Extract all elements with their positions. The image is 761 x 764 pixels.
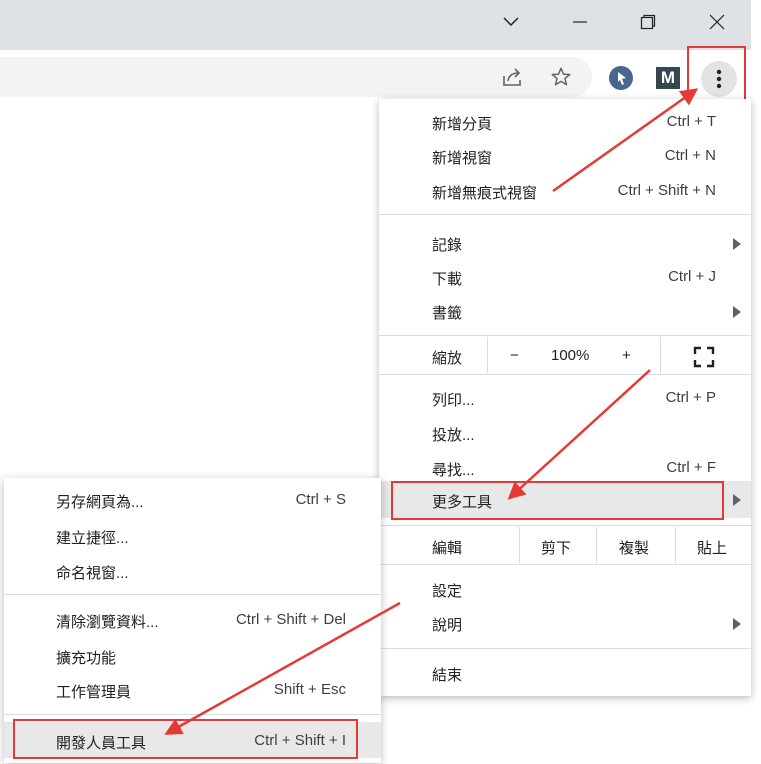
submenu-item-task-manager[interactable]: 工作管理員 Shift + Esc (4, 673, 381, 707)
menu-item-help[interactable]: 說明 (379, 606, 751, 640)
paste-button[interactable]: 貼上 (697, 537, 727, 558)
submenu-item-extensions[interactable]: 擴充功能 (4, 639, 381, 673)
menu-item-settings[interactable]: 設定 (379, 572, 751, 606)
menu-item-shortcut: Ctrl + T (666, 113, 716, 130)
menu-separator (379, 335, 751, 336)
menu-item-label: 結束 (432, 667, 463, 684)
menu-button-highlight (687, 46, 746, 101)
menu-item-shortcut: Ctrl + Shift + Del (235, 611, 346, 628)
address-bar[interactable] (0, 57, 592, 97)
edit-label: 編輯 (432, 540, 463, 557)
zoom-divider (660, 337, 661, 373)
menu-item-label: 下載 (432, 271, 463, 288)
m-extension-icon[interactable]: M (651, 61, 685, 95)
submenu-item-clear-browsing-data[interactable]: 清除瀏覽資料... Ctrl + Shift + Del (4, 603, 381, 637)
menu-item-label: 新增視窗 (432, 150, 493, 167)
menu-item-label: 另存網頁為... (56, 494, 144, 511)
zoom-in-button[interactable]: + (622, 347, 631, 364)
menu-item-downloads[interactable]: 下載 Ctrl + J (379, 260, 751, 294)
menu-item-bookmarks[interactable]: 書籤 (379, 294, 751, 328)
more-tools-highlight (391, 481, 724, 520)
browser-toolbar: M (0, 50, 751, 106)
menu-item-label: 說明 (432, 617, 463, 634)
menu-item-label: 命名視窗... (56, 565, 129, 582)
restore-icon[interactable] (625, 0, 671, 44)
main-menu: 新增分頁 Ctrl + T 新增視窗 Ctrl + N 新增無痕式視窗 Ctrl… (379, 99, 751, 696)
menu-item-shortcut: Shift + Esc (273, 681, 346, 698)
submenu-item-save-page[interactable]: 另存網頁為... Ctrl + S (4, 483, 381, 517)
menu-item-label: 新增無痕式視窗 (432, 185, 538, 202)
menu-item-label: 清除瀏覽資料... (56, 614, 159, 631)
submenu-arrow-icon (733, 238, 741, 250)
share-icon[interactable] (496, 60, 530, 94)
title-bar (0, 0, 751, 50)
menu-item-label: 工作管理員 (56, 684, 132, 701)
submenu-item-create-shortcut[interactable]: 建立捷徑... (4, 519, 381, 553)
menu-item-label: 新增分頁 (432, 116, 493, 133)
edit-divider (596, 527, 597, 563)
menu-item-label: 書籤 (432, 305, 463, 322)
zoom-value: 100% (551, 347, 590, 364)
menu-item-print[interactable]: 列印... Ctrl + P (379, 381, 751, 415)
menu-item-new-tab[interactable]: 新增分頁 Ctrl + T (379, 105, 751, 139)
menu-item-shortcut: Ctrl + S (295, 491, 346, 508)
copy-button[interactable]: 複製 (619, 537, 649, 558)
menu-separator (379, 648, 751, 649)
zoom-out-button[interactable]: − (510, 347, 519, 364)
menu-separator (379, 525, 751, 526)
menu-item-label: 記錄 (432, 237, 463, 254)
menu-separator (379, 564, 751, 565)
menu-item-new-window[interactable]: 新增視窗 Ctrl + N (379, 139, 751, 173)
menu-row-zoom: 縮放 − 100% + (379, 339, 751, 373)
tab-search-chevron-icon[interactable] (488, 0, 534, 44)
star-icon[interactable] (544, 60, 578, 94)
menu-item-label: 設定 (432, 583, 463, 600)
cursor-extension-icon[interactable] (604, 61, 638, 95)
edit-divider (675, 527, 676, 563)
developer-tools-highlight (13, 719, 358, 759)
menu-item-shortcut: Ctrl + N (664, 147, 716, 164)
menu-item-find[interactable]: 尋找... Ctrl + F (379, 451, 751, 485)
menu-item-label: 尋找... (432, 462, 475, 479)
submenu-item-name-window[interactable]: 命名視窗... (4, 554, 381, 588)
menu-separator (379, 374, 751, 375)
menu-item-label: 列印... (432, 392, 475, 409)
submenu-arrow-icon (733, 618, 741, 630)
zoom-divider (487, 337, 488, 373)
zoom-label: 縮放 (432, 350, 463, 367)
menu-row-edit: 編輯 剪下 複製 貼上 (379, 529, 751, 563)
close-icon[interactable] (694, 0, 740, 44)
submenu-arrow-icon (733, 306, 741, 318)
menu-item-label: 建立捷徑... (56, 530, 129, 547)
menu-item-label: 擴充功能 (56, 650, 117, 667)
menu-item-shortcut: Ctrl + J (668, 268, 716, 285)
menu-item-shortcut: Ctrl + Shift + N (617, 182, 716, 199)
menu-separator (4, 594, 381, 595)
menu-item-shortcut: Ctrl + F (666, 459, 716, 476)
menu-item-history[interactable]: 記錄 (379, 226, 751, 260)
menu-separator (379, 214, 751, 215)
edit-divider (519, 527, 520, 563)
menu-item-label: 投放... (432, 427, 475, 444)
submenu-arrow-icon (733, 494, 741, 506)
menu-item-shortcut: Ctrl + P (665, 389, 716, 406)
menu-item-cast[interactable]: 投放... (379, 416, 751, 450)
minimize-icon[interactable] (557, 0, 603, 44)
cut-button[interactable]: 剪下 (541, 537, 571, 558)
menu-item-new-incognito-window[interactable]: 新增無痕式視窗 Ctrl + Shift + N (379, 174, 751, 208)
menu-separator (4, 714, 381, 715)
menu-item-exit[interactable]: 結束 (379, 656, 751, 690)
fullscreen-icon[interactable] (693, 346, 715, 372)
